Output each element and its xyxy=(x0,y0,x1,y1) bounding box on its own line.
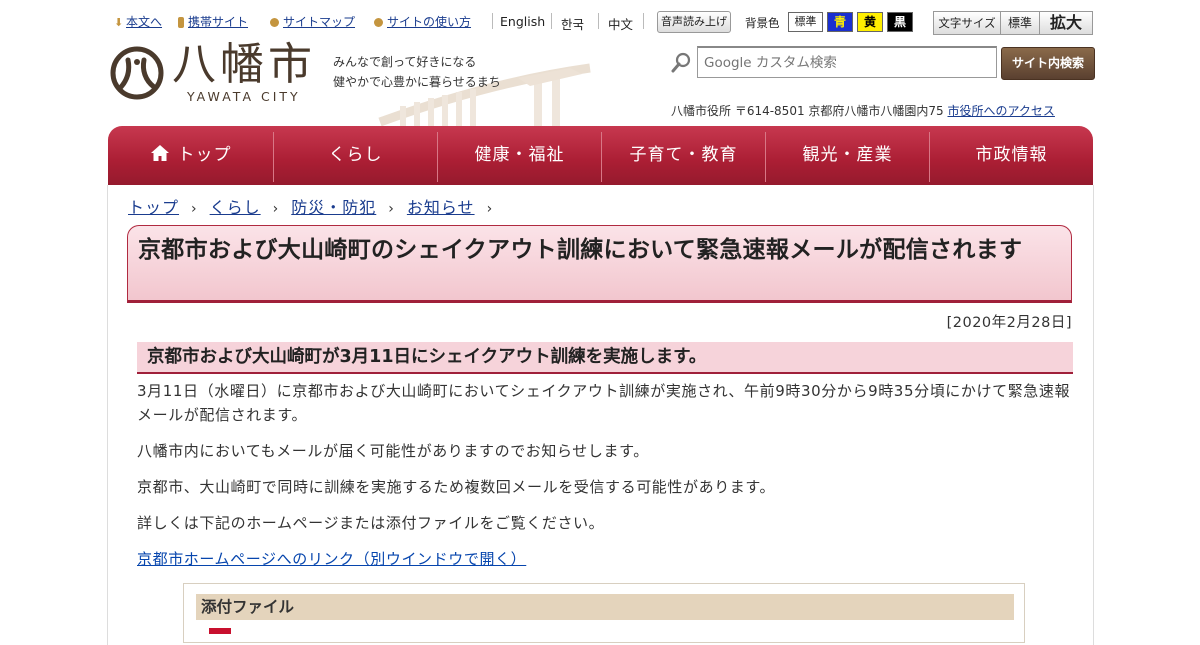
site-logo-subtitle: YAWATA CITY xyxy=(187,89,301,104)
city-hall-address: 八幡市役所 〒614-8501 京都府八幡市八幡園内75 市役所へのアクセス xyxy=(671,104,1055,118)
attachment-heading-bar: 添付ファイル xyxy=(196,594,1014,620)
lang-english-link[interactable]: English xyxy=(500,14,545,29)
divider xyxy=(643,13,644,29)
sitemap-link[interactable]: サイトマップ xyxy=(270,13,355,30)
chevron-right-icon: › xyxy=(191,201,198,217)
utility-bar: ⬇ 本文へ 携帯サイト サイトマップ サイトの使い方 English 한국 中文 … xyxy=(114,10,1094,35)
download-arrow-icon: ⬇ xyxy=(114,16,124,29)
chevron-right-icon: › xyxy=(388,201,395,217)
nav-item-top[interactable]: トップ xyxy=(108,126,273,185)
nav-item-health[interactable]: 健康・福祉 xyxy=(438,126,601,185)
nav-item-city-info[interactable]: 市政情報 xyxy=(930,126,1093,185)
font-size-control: 文字サイズ 標準 拡大 xyxy=(933,11,1093,35)
bullet-icon xyxy=(270,18,279,27)
attachment-box: 添付ファイル xyxy=(183,583,1025,643)
font-large-button[interactable]: 拡大 xyxy=(1040,12,1092,34)
how-to-use-link[interactable]: サイトの使い方 xyxy=(374,13,471,30)
mobile-site-link[interactable]: 携帯サイト xyxy=(178,13,248,30)
breadcrumb-disaster-prevention[interactable]: 防災・防犯 xyxy=(291,198,376,217)
paragraph: 京都市、大山崎町で同時に訓練を実施するため複数回メールを受信する可能性があります… xyxy=(137,478,776,496)
bg-blue-button[interactable]: 青 xyxy=(827,12,853,32)
section-heading-box: 京都市および大山崎町が3月11日にシェイクアウト訓練を実施します。 xyxy=(137,342,1073,374)
section-heading: 京都市および大山崎町が3月11日にシェイクアウト訓練を実施します。 xyxy=(147,347,707,367)
divider xyxy=(551,13,552,29)
paragraph: 3月11日（水曜日）に京都市および大山崎町においてシェイクアウト訓練が実施され、… xyxy=(137,382,1071,424)
nav-item-tourism[interactable]: 観光・産業 xyxy=(766,126,929,185)
font-standard-button[interactable]: 標準 xyxy=(1001,12,1039,34)
breadcrumb-top[interactable]: トップ xyxy=(128,198,179,217)
bg-color-label: 背景色 xyxy=(745,16,780,30)
bg-yellow-button[interactable]: 黄 xyxy=(857,12,883,32)
nav-item-kurashi[interactable]: くらし xyxy=(274,126,437,185)
bg-black-button[interactable]: 黒 xyxy=(887,12,913,32)
page-title-box: 京都市および大山崎町のシェイクアウト訓練において緊急速報メールが配信されます xyxy=(127,225,1072,303)
lang-chinese-link[interactable]: 中文 xyxy=(608,14,633,33)
phone-icon xyxy=(178,17,184,28)
kyoto-city-link-paragraph: 京都市ホームページへのリンク（別ウインドウで開く） xyxy=(137,547,1073,571)
search-icon xyxy=(671,52,691,73)
skip-to-content-link[interactable]: ⬇ 本文へ xyxy=(114,13,162,30)
paragraph: 詳しくは下記のホームページまたは添付ファイルをご覧ください。 xyxy=(137,514,605,532)
search-input[interactable] xyxy=(697,46,997,78)
divider xyxy=(492,13,493,29)
breadcrumb-kurashi[interactable]: くらし xyxy=(210,198,261,217)
nav-item-education[interactable]: 子育て・教育 xyxy=(602,126,765,185)
divider xyxy=(598,13,599,29)
attachment-heading: 添付ファイル xyxy=(201,598,295,616)
font-size-label: 文字サイズ xyxy=(938,16,996,30)
breadcrumb-notices[interactable]: お知らせ xyxy=(407,198,475,217)
publish-date: [2020年2月28日] xyxy=(946,315,1072,331)
breadcrumb: トップ › くらし › 防災・防犯 › お知らせ › xyxy=(128,194,505,218)
tagline-line-2: 健やかで心豊かに暮らせるまち xyxy=(333,75,501,89)
bullet-icon xyxy=(374,18,383,27)
city-emblem-icon[interactable] xyxy=(110,46,164,100)
access-link[interactable]: 市役所へのアクセス xyxy=(948,104,1055,118)
speech-button[interactable]: 音声読み上げ xyxy=(657,11,731,33)
chevron-right-icon: › xyxy=(272,201,280,217)
kyoto-city-link[interactable]: 京都市ホームページへのリンク（別ウインドウで開く） xyxy=(137,550,526,568)
global-nav: トップ くらし 健康・福祉 子育て・教育 観光・産業 市政情報 xyxy=(108,126,1093,185)
home-icon xyxy=(150,145,169,161)
tagline-line-1: みんなで創って好きになる xyxy=(333,55,477,69)
chevron-right-icon: › xyxy=(486,201,494,217)
site-search-button[interactable]: サイト内検索 xyxy=(1001,47,1095,80)
bg-standard-button[interactable]: 標準 xyxy=(788,12,823,32)
bridge-illustration-icon xyxy=(378,63,591,127)
paragraph: 八幡市内においてもメールが届く可能性がありますのでお知らせします。 xyxy=(137,442,649,460)
page-title: 京都市および大山崎町のシェイクアウト訓練において緊急速報メールが配信されます xyxy=(138,237,1023,263)
lang-korean-link[interactable]: 한국 xyxy=(561,14,584,33)
pdf-icon[interactable] xyxy=(209,628,231,634)
